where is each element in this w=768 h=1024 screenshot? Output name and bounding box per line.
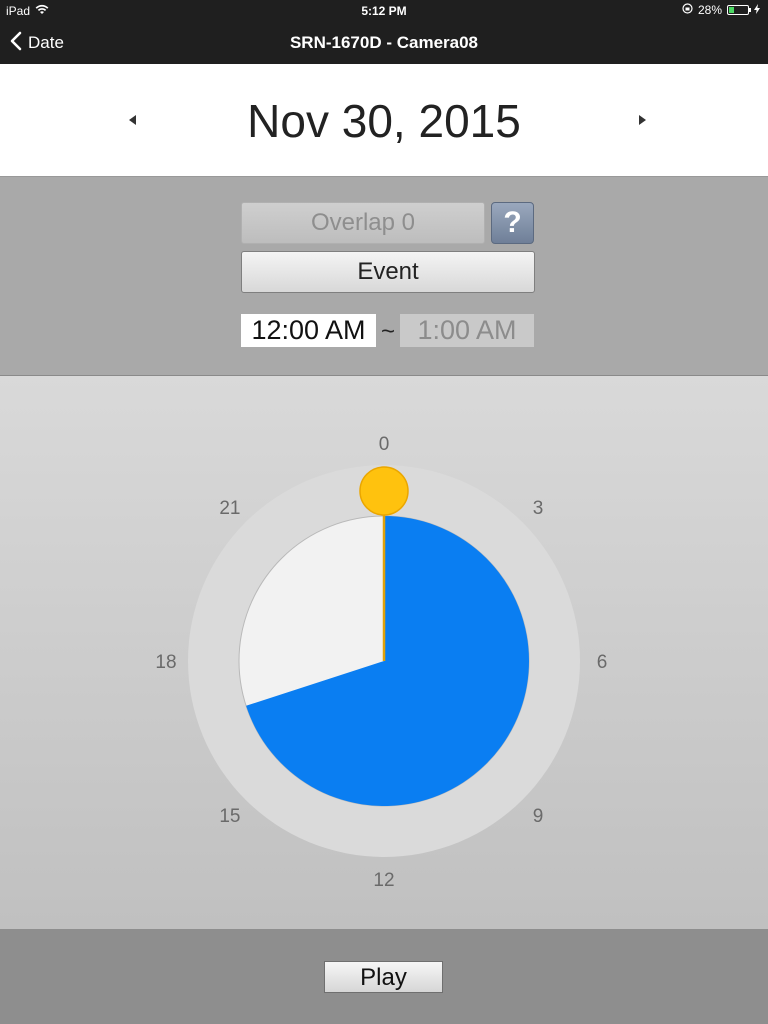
battery-icon (727, 5, 751, 15)
bottom-bar: Play (0, 929, 768, 1024)
date-header: Nov 30, 2015 (0, 64, 768, 177)
help-button[interactable]: ? (491, 202, 534, 244)
hour-label-15: 15 (219, 806, 240, 827)
charging-icon (754, 3, 760, 17)
overlap-button[interactable]: Overlap 0 (241, 202, 485, 244)
search-controls: Overlap 0 ? Event 12:00 AM ~ 1:00 AM (0, 177, 768, 376)
hour-label-18: 18 (155, 652, 176, 673)
battery-percent: 28% (697, 3, 722, 17)
hour-label-12: 12 (373, 870, 394, 891)
event-button[interactable]: Event (241, 251, 535, 293)
time-handle[interactable] (359, 466, 409, 516)
start-time-field[interactable]: 12:00 AM (241, 314, 376, 347)
hour-label-21: 21 (219, 498, 240, 519)
hour-label-6: 6 (597, 652, 608, 673)
play-button[interactable]: Play (324, 961, 443, 993)
status-time: 5:12 PM (361, 4, 407, 18)
status-right: 28% (682, 3, 760, 17)
end-time-field[interactable]: 1:00 AM (400, 314, 534, 347)
timeline-dial[interactable]: 0 3 6 9 12 15 18 21 (0, 376, 768, 929)
timeline-dial-area: 0 3 6 9 12 15 18 21 (0, 376, 768, 929)
hour-label-9: 9 (533, 806, 544, 827)
next-date-button[interactable] (630, 108, 654, 132)
orientation-lock-icon (682, 3, 693, 17)
hour-label-0: 0 (379, 434, 390, 455)
navigation-bar: Date SRN-1670D - Camera08 (0, 22, 768, 64)
hour-label-3: 3 (533, 498, 544, 519)
time-range-separator: ~ (380, 318, 395, 345)
caret-right-icon (639, 115, 646, 125)
page-title: SRN-1670D - Camera08 (289, 33, 479, 52)
status-bar: iPad 5:12 PM 28% (0, 0, 768, 22)
